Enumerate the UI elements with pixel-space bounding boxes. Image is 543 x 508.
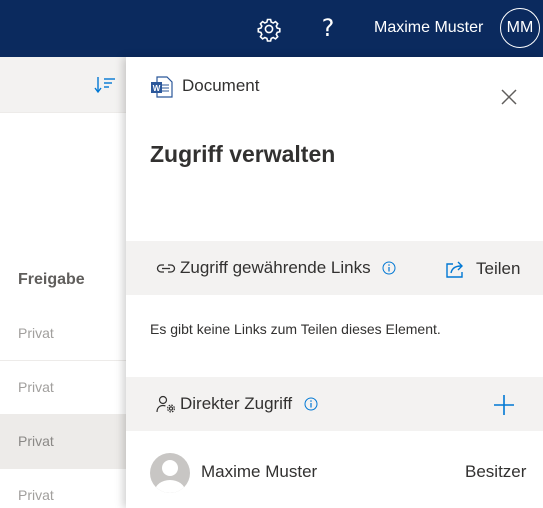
top-bar: ? Maxime Muster MM: [0, 0, 543, 57]
person-row[interactable]: Maxime Muster Besitzer: [126, 445, 543, 497]
user-name[interactable]: Maxime Muster: [374, 18, 483, 38]
sharing-cell: Privat: [18, 433, 54, 449]
share-button[interactable]: Teilen: [444, 257, 540, 281]
info-icon[interactable]: [382, 261, 396, 275]
help-button[interactable]: ?: [317, 12, 339, 44]
list-row[interactable]: Privat: [0, 469, 126, 508]
direct-access-section-header: Direkter Zugriff: [126, 377, 543, 431]
person-silhouette-icon: [155, 460, 185, 493]
links-section-label: Zugriff gewährende Links: [180, 258, 371, 277]
user-avatar[interactable]: MM: [500, 8, 540, 48]
command-bar: [0, 57, 126, 113]
list-row-selected[interactable]: Privat: [0, 415, 126, 469]
file-list: Freigabe Privat Privat Privat Privat: [0, 57, 126, 508]
share-button-label: Teilen: [476, 259, 521, 278]
panel-title: Zugriff verwalten: [150, 141, 336, 167]
person-name: Maxime Muster: [201, 462, 318, 481]
list-row[interactable]: Privat: [0, 361, 126, 415]
sharing-cell: Privat: [18, 325, 54, 341]
direct-access-label: Direkter Zugriff: [180, 394, 293, 413]
gear-icon[interactable]: [256, 16, 282, 42]
person-role[interactable]: Besitzer: [465, 462, 526, 482]
person-avatar: [150, 453, 190, 493]
sharing-cell: Privat: [18, 487, 54, 503]
add-person-icon[interactable]: [492, 393, 516, 417]
links-section-header: Zugriff gewährende Links Teilen: [126, 241, 543, 295]
sharing-cell: Privat: [18, 379, 54, 395]
link-icon: [156, 264, 176, 273]
word-document-icon: W: [151, 76, 173, 98]
list-row[interactable]: Privat: [0, 307, 126, 361]
svg-text:W: W: [153, 84, 161, 93]
column-header-sharing[interactable]: Freigabe: [18, 271, 85, 289]
share-icon: [446, 261, 463, 278]
manage-access-panel: W Document Zugriff verwalten Zugriff gew…: [126, 57, 543, 508]
person-settings-icon: [156, 395, 176, 413]
info-icon[interactable]: [304, 397, 318, 411]
sort-icon[interactable]: [94, 75, 116, 95]
no-links-message: Es gibt keine Links zum Teilen dieses El…: [150, 321, 441, 337]
document-name: Document: [182, 76, 260, 95]
close-icon[interactable]: [499, 87, 519, 107]
